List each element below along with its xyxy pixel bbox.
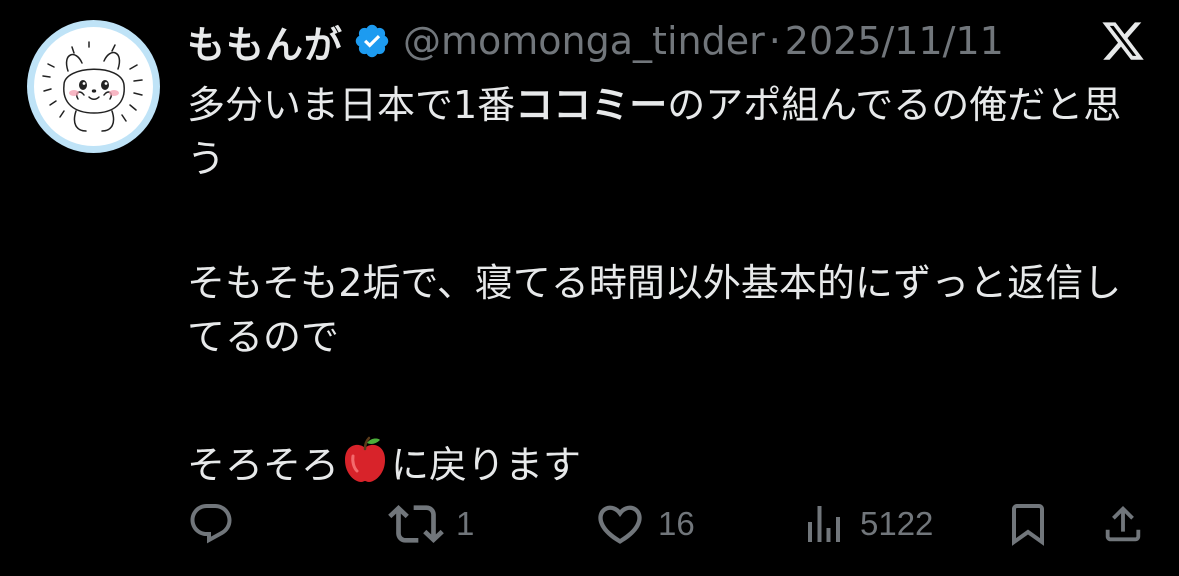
tweet-body: 多分いま日本で1番ココミーのアポ組んでるの俺だと思う そもそも2垢で、寝てる時間… [187, 78, 1147, 492]
bookmark-icon [1012, 504, 1044, 546]
tweet-date[interactable]: 2025/11/11 [785, 19, 1004, 63]
tweet-paragraph-2: そもそも2垢で、寝てる時間以外基本的にずっと返信してるので [187, 261, 1122, 359]
momonga-avatar-image [34, 27, 153, 146]
verified-badge-icon[interactable] [353, 22, 391, 60]
tweet-text-segment: そろそろ [187, 443, 340, 487]
share-icon [1105, 505, 1141, 542]
tweet-paragraph-1: 多分いま日本で1番ココミーのアポ組んでるの俺だと思う [187, 78, 1147, 186]
reply-icon [190, 504, 232, 544]
x-logo-icon [1100, 18, 1146, 64]
tweet-text-segment: に戻ります [391, 443, 582, 487]
like-button[interactable]: 16 [594, 497, 695, 551]
red-apple-emoji-icon [339, 434, 391, 486]
views-chart-icon [808, 506, 840, 542]
header-separator: · [768, 19, 781, 63]
retweet-icon [388, 505, 444, 543]
tweet-header: ももんが @momonga_tinder · 2025/11/11 [187, 14, 1087, 69]
tweet-text-bold: ココミー [515, 83, 668, 127]
bookmark-button[interactable] [1004, 497, 1052, 551]
views-button[interactable]: 5122 [800, 497, 933, 551]
reply-button[interactable] [187, 497, 247, 551]
tweet-paragraph-3: そろそろ に戻ります [187, 434, 1147, 492]
tweet-text-segment: 多分いま日本で1番 [187, 83, 516, 127]
retweet-button[interactable]: 1 [388, 497, 474, 551]
share-button[interactable] [1100, 497, 1146, 551]
heart-icon [598, 505, 642, 544]
retweet-count: 1 [456, 505, 475, 542]
author-display-name[interactable]: ももんが [187, 14, 343, 69]
avatar[interactable] [27, 20, 160, 153]
momonga-character-icon [42, 41, 143, 132]
tweet-card[interactable]: ももんが @momonga_tinder · 2025/11/11 多分いま日本… [0, 0, 1179, 576]
author-handle[interactable]: @momonga_tinder [403, 19, 765, 63]
view-count: 5122 [860, 505, 934, 542]
like-count: 16 [658, 505, 695, 542]
